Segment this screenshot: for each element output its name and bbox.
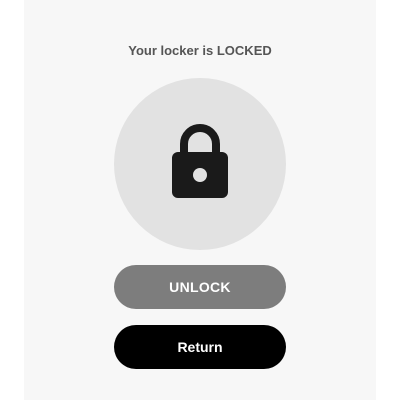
page-title: Your locker is LOCKED — [128, 43, 272, 58]
return-button[interactable]: Return — [114, 325, 286, 369]
lock-status-circle — [114, 78, 286, 250]
lock-icon — [172, 124, 228, 198]
locker-screen: Your locker is LOCKED UNLOCK Return — [24, 0, 376, 400]
unlock-button[interactable]: UNLOCK — [114, 265, 286, 309]
